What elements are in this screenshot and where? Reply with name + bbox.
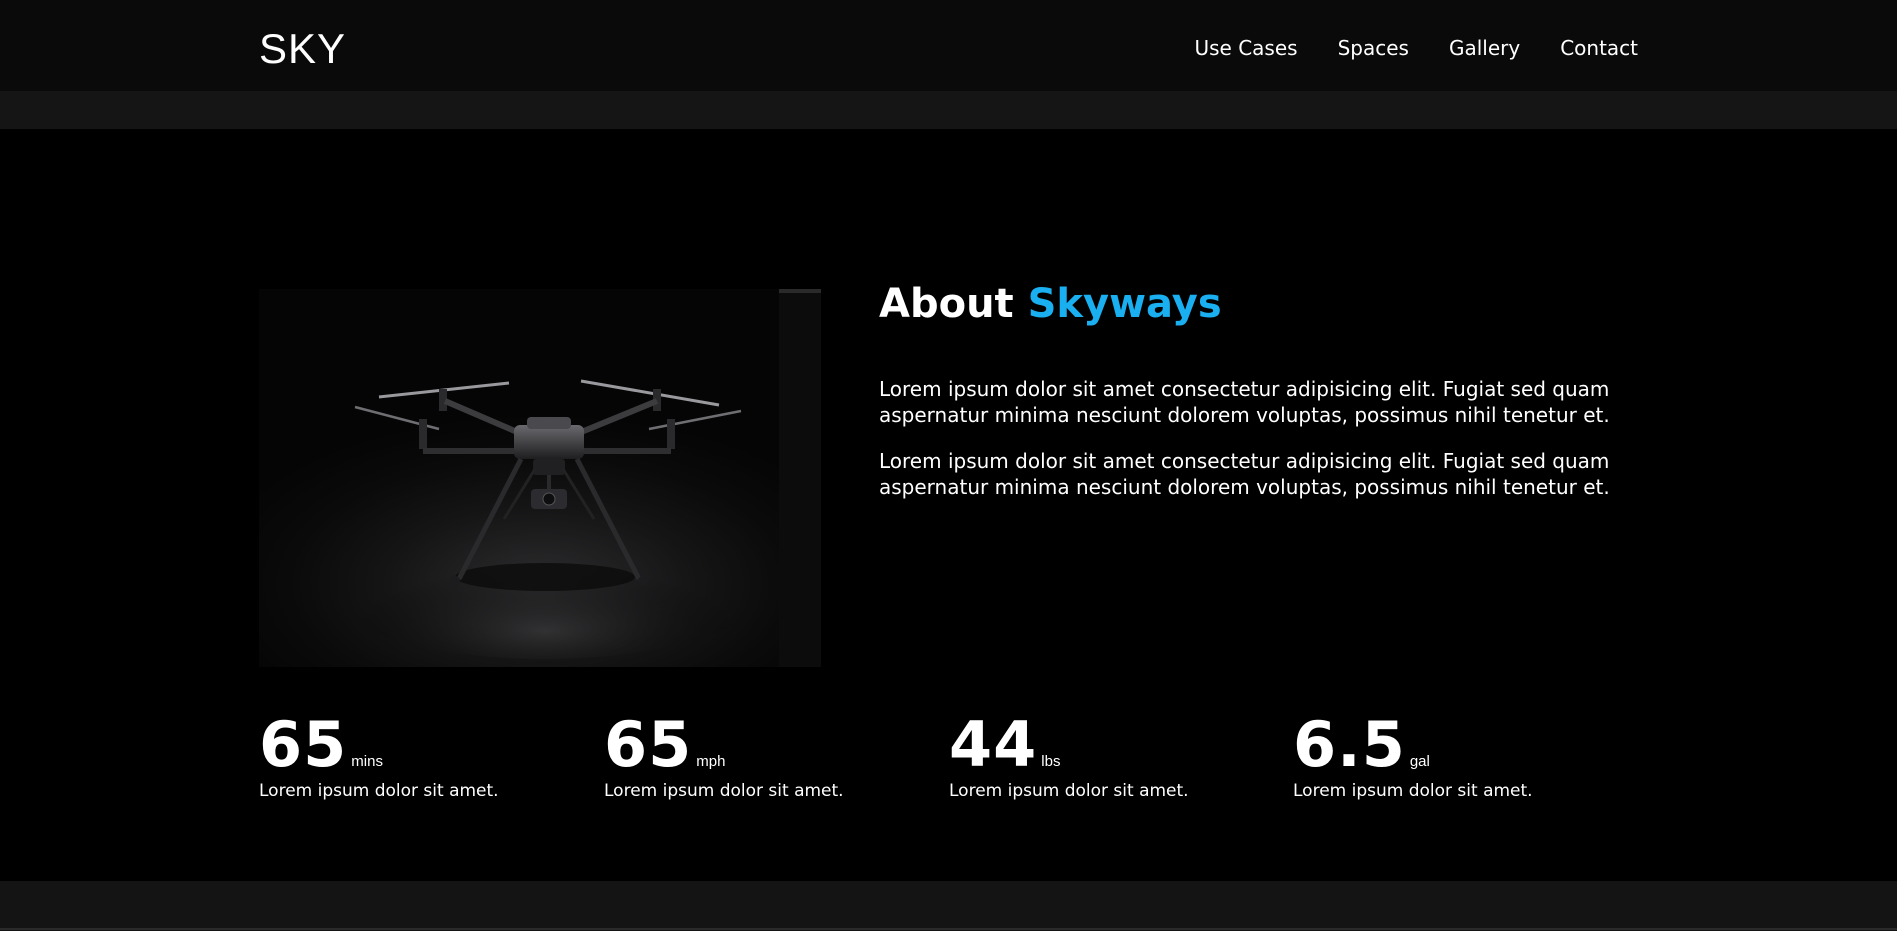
stat-description: Lorem ipsum dolor sit amet. — [1293, 781, 1533, 801]
stat-item: 65 mph Lorem ipsum dolor sit amet. — [604, 714, 924, 802]
brand-logo-link[interactable]: SKY — [259, 24, 346, 74]
stat-item: 44 lbs Lorem ipsum dolor sit amet. — [949, 714, 1269, 802]
stat-description: Lorem ipsum dolor sit amet. — [949, 781, 1189, 801]
about-title-accent: Skyways — [1027, 281, 1222, 327]
about-paragraph-1: Lorem ipsum dolor sit amet consectetur a… — [879, 377, 1610, 427]
stat-item: 6.5 gal Lorem ipsum dolor sit amet. — [1293, 714, 1613, 802]
top-navbar: SKY Use Cases Spaces Gallery Contact — [0, 0, 1897, 91]
stat-description: Lorem ipsum dolor sit amet. — [259, 781, 499, 801]
stat-unit: mph — [696, 753, 726, 770]
stat-value: 65 — [259, 708, 348, 781]
navbar-spacer — [0, 91, 1897, 129]
stat-description: Lorem ipsum dolor sit amet. — [604, 781, 844, 801]
about-paragraph-2: Lorem ipsum dolor sit amet consectetur a… — [879, 449, 1610, 499]
stat-item: 65 mins Lorem ipsum dolor sit amet. — [259, 714, 579, 802]
stat-value: 44 — [949, 708, 1038, 781]
stat-value: 6.5 — [1293, 708, 1406, 781]
stat-value: 65 — [604, 708, 693, 781]
nav-link-gallery[interactable]: Gallery — [1449, 34, 1520, 62]
nav-link-spaces[interactable]: Spaces — [1338, 34, 1409, 62]
stat-unit: gal — [1409, 753, 1430, 770]
nav-link-contact[interactable]: Contact — [1560, 34, 1638, 62]
main-nav: Use Cases Spaces Gallery Contact — [1194, 34, 1638, 62]
drone-icon — [325, 289, 821, 667]
stat-unit: mins — [351, 753, 383, 770]
about-title: About Skyways — [879, 278, 1222, 330]
about-title-prefix: About — [879, 281, 1014, 327]
footer-band — [0, 881, 1897, 931]
footer-divider — [0, 928, 1897, 930]
drone-photo — [259, 289, 821, 667]
nav-link-use-cases[interactable]: Use Cases — [1194, 34, 1297, 62]
stat-unit: lbs — [1041, 753, 1061, 770]
